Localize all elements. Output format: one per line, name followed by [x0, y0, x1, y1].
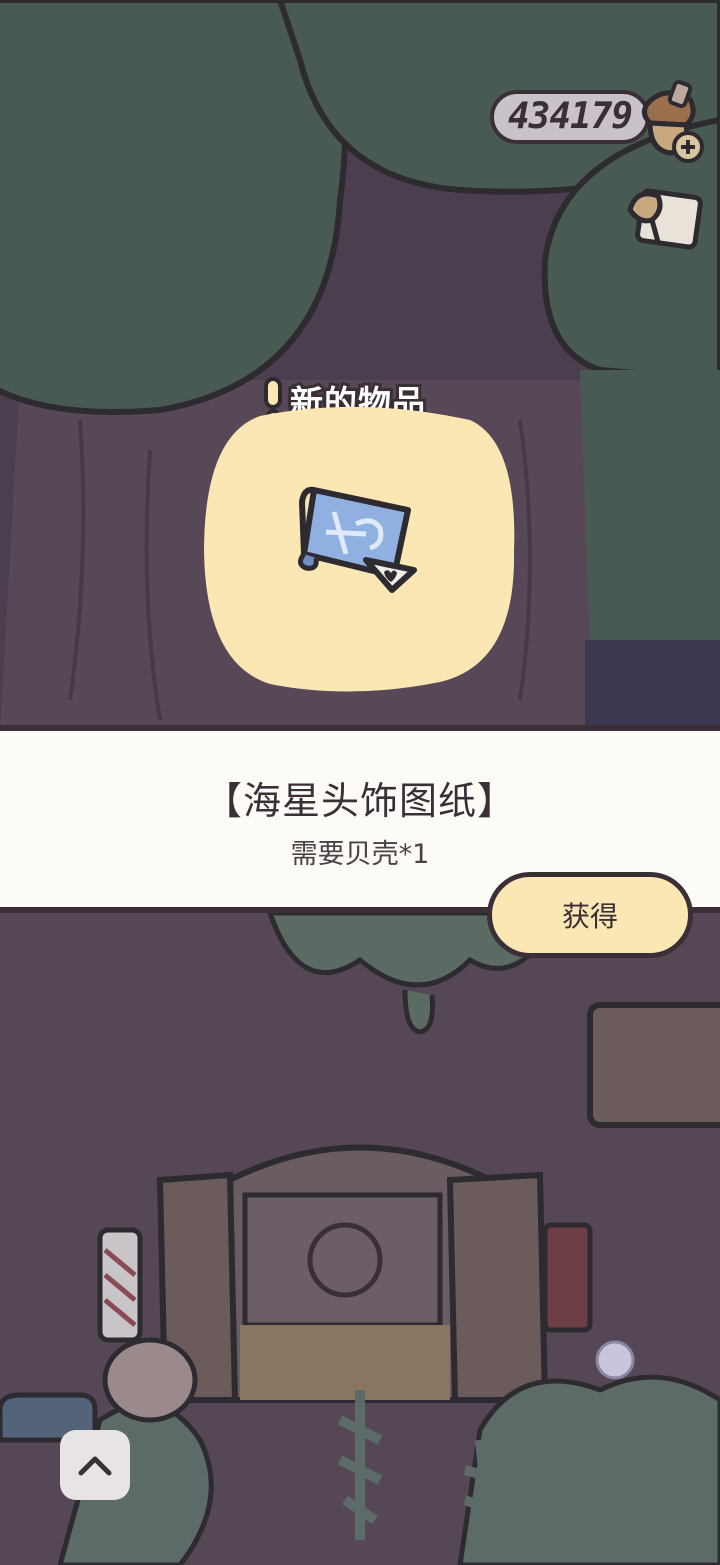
coin-count: 434179 — [508, 96, 633, 137]
letter-pin-icon[interactable] — [618, 180, 706, 260]
chevron-up-icon — [78, 1456, 112, 1476]
obtain-button[interactable]: 获得 — [487, 872, 693, 958]
expand-up-button[interactable] — [60, 1430, 130, 1500]
blueprint-scroll-icon — [298, 486, 417, 593]
item-requirement: 需要贝壳*1 — [290, 839, 430, 870]
item-title: 【海星头饰图纸】 — [203, 779, 516, 823]
acorn-icon[interactable] — [620, 75, 710, 165]
